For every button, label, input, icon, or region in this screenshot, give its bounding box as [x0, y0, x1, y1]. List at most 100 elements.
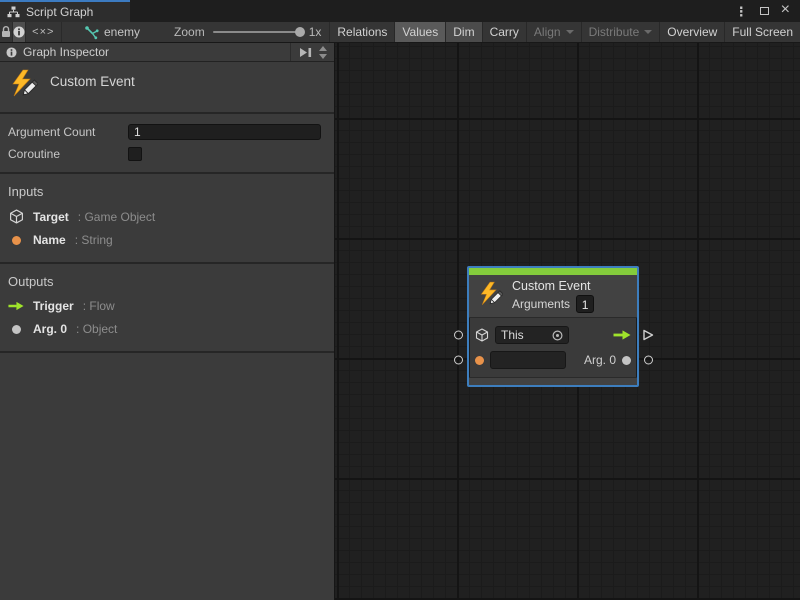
window-titlebar: Script Graph ⋮ × [0, 0, 800, 22]
port-type: : String [75, 233, 113, 247]
dim-button[interactable]: Dim [446, 22, 482, 42]
port-name: Trigger [33, 299, 74, 313]
graph-toolbar: <×> enemy Zoom 1x Relations [0, 22, 800, 43]
gray-port-dot [8, 325, 24, 334]
coroutine-label: Coroutine [8, 147, 128, 161]
distribute-button-label: Distribute [589, 25, 640, 39]
target-object-picker[interactable]: This [495, 326, 569, 344]
zoom-slider-handle[interactable] [295, 27, 305, 37]
node-footer [469, 377, 637, 385]
port-name: Arg. 0 [33, 322, 67, 336]
script-graph-window: Script Graph ⋮ × [0, 0, 800, 600]
full-screen-button[interactable]: Full Screen [725, 22, 800, 42]
arrow-down-icon[interactable] [319, 54, 327, 59]
zoom-label: Zoom [174, 25, 205, 39]
node-arguments-field[interactable]: 1 [576, 295, 594, 313]
flow-arrow-icon [8, 301, 24, 311]
zoom-value: 1x [309, 25, 322, 39]
coroutine-checkbox[interactable] [128, 147, 142, 161]
event-summary-section: Custom Event [0, 62, 334, 114]
overview-button[interactable]: Overview [660, 22, 725, 42]
port-row-arg0: Arg. 0 : Object [8, 322, 326, 336]
window-menu-icon[interactable]: ⋮ [735, 5, 748, 18]
tab-script-graph[interactable]: Script Graph [0, 0, 130, 22]
orange-port-dot [8, 236, 24, 245]
lock-button[interactable] [0, 22, 13, 42]
event-title: Custom Event [50, 74, 135, 89]
port-row-trigger: Trigger : Flow [8, 299, 326, 313]
node-title: Custom Event [512, 279, 594, 293]
cube-icon [475, 328, 489, 342]
carry-button[interactable]: Carry [483, 22, 527, 42]
arrow-up-icon[interactable] [319, 46, 327, 51]
lock-icon [1, 26, 11, 38]
edit-script-button[interactable]: <×> [26, 22, 62, 42]
window-maximize-icon[interactable] [760, 7, 769, 15]
dim-button-label: Dim [453, 25, 474, 39]
coroutine-row: Coroutine [8, 144, 321, 164]
arg0-output-port[interactable] [644, 356, 653, 365]
align-button-label: Align [534, 25, 561, 39]
port-type: : Object [76, 322, 117, 336]
graph-breadcrumb-icon [84, 25, 99, 40]
node-body: This [469, 318, 637, 377]
object-picker-icon[interactable] [552, 330, 563, 341]
arg0-label: Arg. 0 [584, 353, 616, 367]
panel-scroll-spinner[interactable] [319, 46, 328, 59]
custom-event-bolt-pencil-icon [477, 281, 503, 311]
full-screen-button-label: Full Screen [732, 25, 793, 39]
node-row-target-trigger: This [475, 324, 631, 346]
trigger-output-port[interactable] [642, 329, 654, 341]
carry-button-label: Carry [490, 25, 519, 39]
argument-count-field[interactable] [128, 124, 321, 140]
window-controls: ⋮ × [725, 0, 800, 22]
port-row-target: Target : Game Object [8, 209, 326, 224]
script-graph-icon [7, 6, 20, 19]
argument-count-label: Argument Count [8, 125, 128, 139]
graph-canvas[interactable]: Custom Event Arguments 1 [335, 43, 800, 600]
argument-count-row: Argument Count [8, 122, 321, 142]
align-button[interactable]: Align [527, 22, 582, 42]
custom-event-bolt-pencil-icon [8, 69, 38, 103]
cube-icon [8, 209, 24, 224]
values-button-label: Values [402, 25, 438, 39]
toolbar-middle: enemy Zoom 1x [62, 22, 330, 42]
flow-arrow-icon [613, 330, 631, 340]
node-header[interactable]: Custom Event Arguments 1 [469, 275, 637, 318]
window-close-icon[interactable]: × [781, 2, 790, 18]
zoom-slider[interactable] [213, 31, 301, 33]
values-button[interactable]: Values [395, 22, 446, 42]
relations-button-label: Relations [337, 25, 387, 39]
graph-inspector-header: Graph Inspector [0, 43, 334, 62]
name-value-field[interactable] [490, 351, 566, 369]
info-icon [6, 47, 17, 58]
chevron-down-icon [644, 30, 652, 34]
outputs-section: Outputs Trigger : Flow Arg. 0 : Object [0, 264, 334, 353]
target-input-port[interactable] [454, 331, 463, 340]
info-icon [13, 26, 25, 38]
event-settings-section: Argument Count Coroutine [0, 114, 334, 174]
inspector-empty-area [0, 353, 334, 600]
chevron-down-icon [566, 30, 574, 34]
node-arguments-label: Arguments [512, 297, 570, 311]
port-type: : Flow [83, 299, 115, 313]
graph-inspector-title: Graph Inspector [23, 45, 284, 59]
overview-button-label: Overview [667, 25, 717, 39]
code-icon: <×> [32, 26, 54, 38]
name-input-port[interactable] [454, 356, 463, 365]
inputs-title: Inputs [8, 184, 326, 199]
port-type: : Game Object [78, 210, 155, 224]
distribute-button[interactable]: Distribute [582, 22, 661, 42]
breadcrumb-graph-name[interactable]: enemy [104, 25, 140, 39]
inputs-section: Inputs Target : Game Object Name : Strin… [0, 174, 334, 264]
inspector-toggle-button[interactable] [13, 22, 26, 42]
port-name: Name [33, 233, 66, 247]
outputs-title: Outputs [8, 274, 326, 289]
dock-panel-icon[interactable] [299, 47, 313, 58]
orange-port-dot [475, 356, 484, 365]
node-event-color-bar [469, 268, 637, 275]
relations-button[interactable]: Relations [330, 22, 395, 42]
custom-event-node[interactable]: Custom Event Arguments 1 [467, 266, 639, 387]
graph-inspector-panel: Graph Inspector [0, 43, 335, 600]
target-value: This [501, 328, 524, 342]
